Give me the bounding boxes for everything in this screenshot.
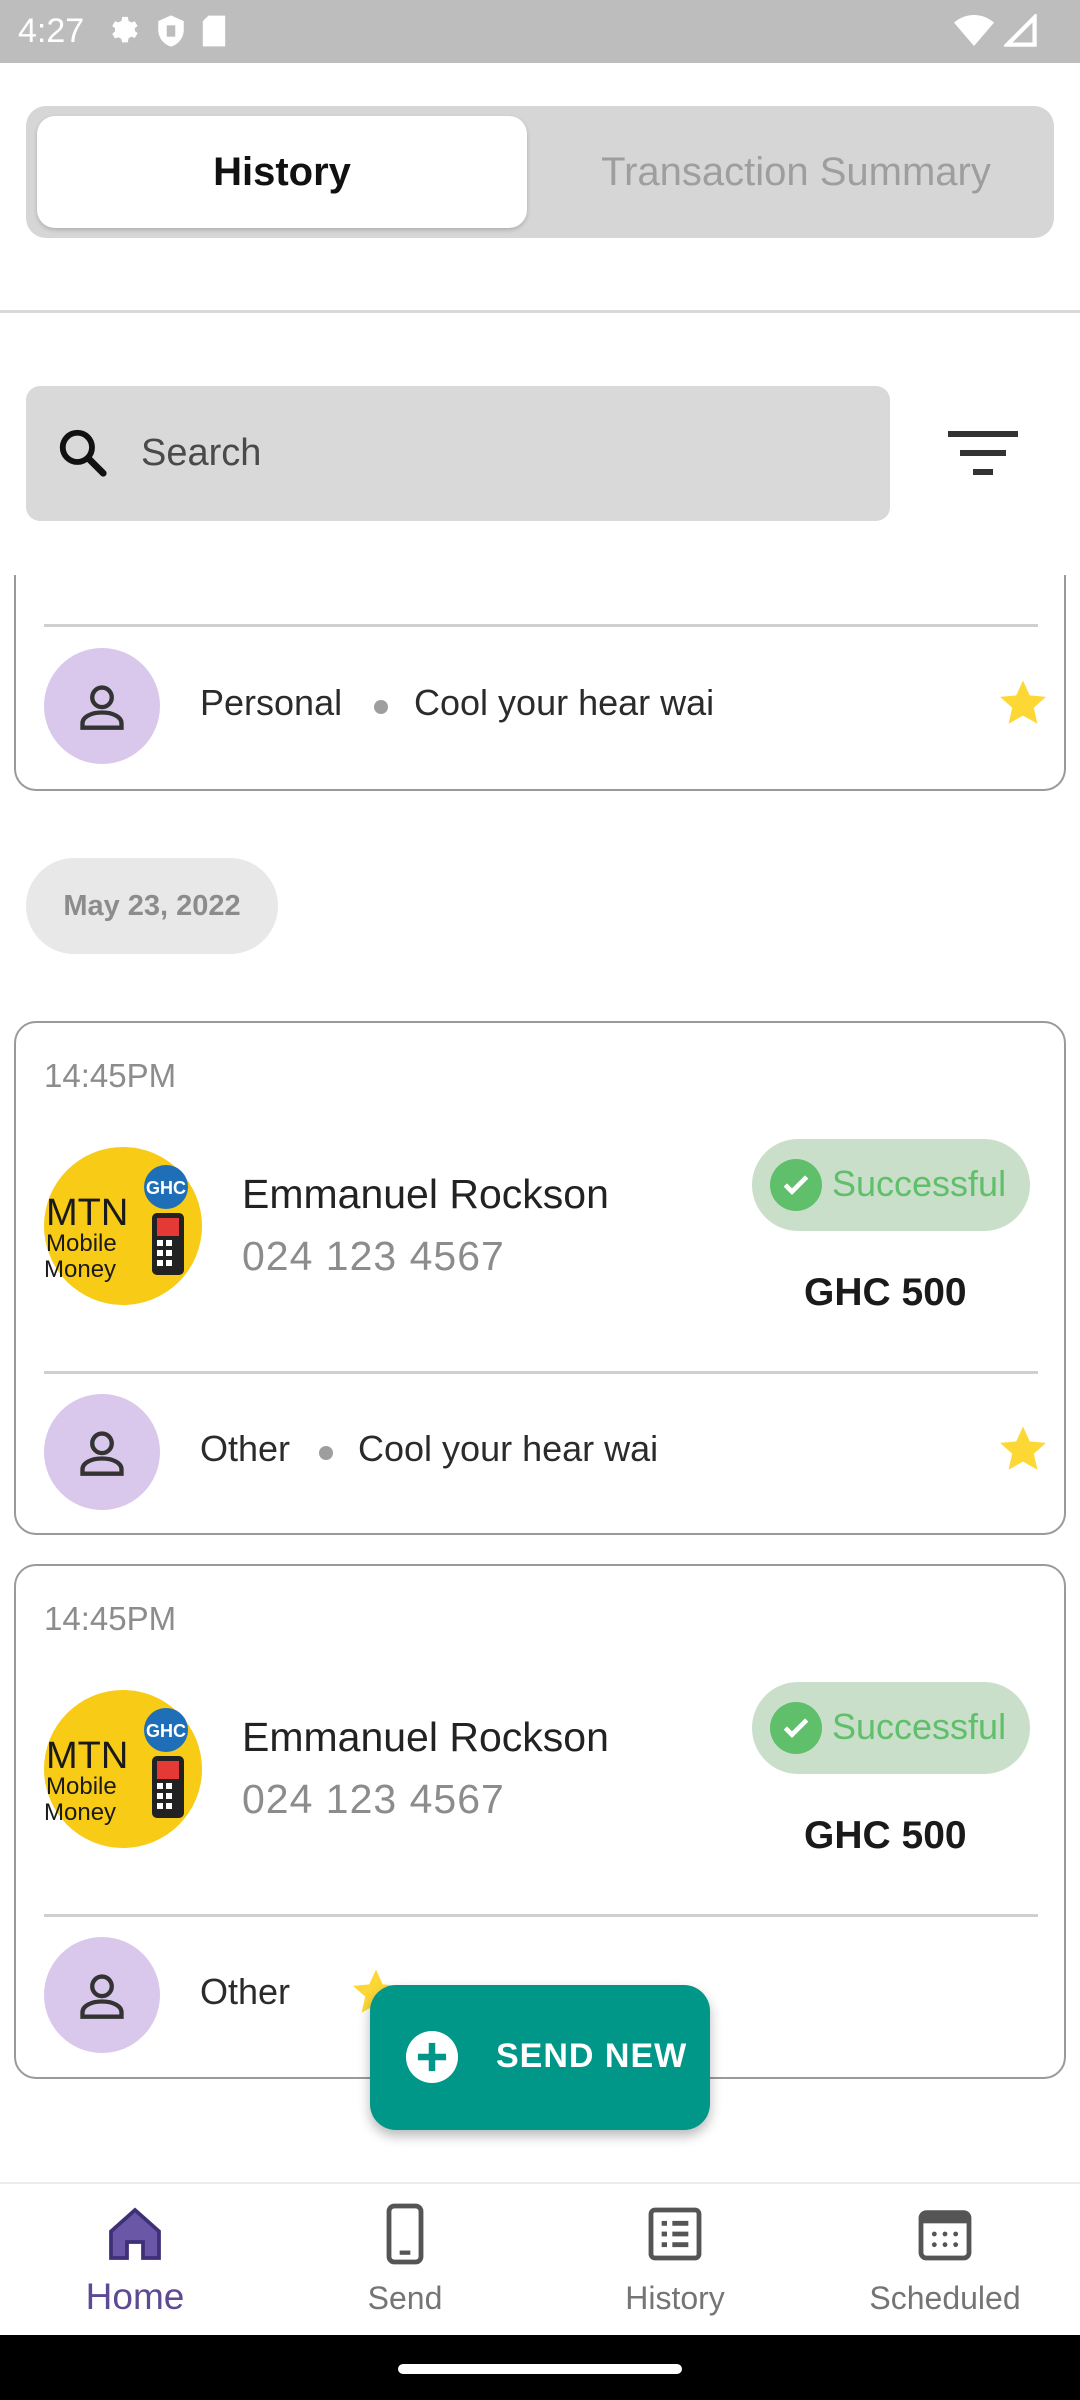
person-icon (80, 1431, 124, 1476)
person-icon (80, 1974, 124, 2019)
logo-badge-text: GHC (146, 1178, 186, 1198)
logo-line-2: Mobile (46, 1230, 117, 1257)
card-divider (44, 624, 1038, 627)
nav-send[interactable]: Send (305, 2202, 505, 2332)
nav-history[interactable]: History (575, 2202, 775, 2332)
send-new-button[interactable]: SEND NEW (370, 1985, 710, 2130)
status-text: Successful (832, 1163, 1007, 1204)
star-icon[interactable] (996, 1422, 1050, 1476)
phone-icon (386, 2203, 424, 2265)
check-circle-icon (770, 1702, 822, 1754)
search-icon (59, 429, 107, 477)
status-icons-left (108, 14, 228, 48)
home-gesture-handle[interactable] (398, 2364, 682, 2374)
avatar (44, 1394, 160, 1510)
recipient-phone: 024 123 4567 (242, 1776, 505, 1822)
logo-line-2: Mobile (46, 1773, 117, 1800)
home-icon (109, 2207, 161, 2260)
divider (0, 310, 1080, 313)
transaction-amount: GHC 500 (804, 1814, 967, 1857)
tab-history[interactable]: History (37, 116, 527, 228)
list-icon (648, 2207, 702, 2261)
nav-home[interactable]: Home (35, 2202, 235, 2332)
recipient-phone: 024 123 4567 (242, 1233, 505, 1279)
date-chip: May 23, 2022 (26, 858, 278, 954)
logo-line-3: Money (44, 1256, 116, 1283)
category-label: Other (200, 1971, 291, 2012)
tab-switcher: History Transaction Summary (26, 106, 1054, 238)
status-badge: Successful (752, 1682, 1030, 1774)
transaction-time: 14:45PM (44, 1057, 177, 1094)
nav-label: Send (367, 2280, 443, 2316)
avatar (44, 648, 160, 764)
shield-icon (158, 15, 184, 47)
avatar (44, 1937, 160, 2053)
note-label: Cool your hear wai (414, 682, 715, 723)
filter-icon[interactable] (946, 425, 1020, 481)
mtn-mobile-money-logo: GHC MTN Mobile Money (44, 1147, 202, 1305)
logo-line-1: MTN (46, 1192, 128, 1234)
send-new-label: SEND NEW (496, 2037, 688, 2075)
settings-icon (112, 16, 138, 43)
category-label: Other (200, 1428, 291, 1469)
transaction-time: 14:45PM (44, 1600, 177, 1637)
mtn-mobile-money-logo: GHC MTN Mobile Money (44, 1690, 202, 1848)
signal-icon (1004, 14, 1037, 47)
person-icon (80, 685, 124, 730)
logo-line-1: MTN (46, 1735, 128, 1777)
card-tag-row: Personal Cool your hear wai (44, 648, 1046, 764)
star-icon[interactable] (996, 676, 1050, 730)
status-icons-right (954, 14, 1038, 48)
card-divider (44, 1371, 1038, 1374)
logo-badge-text: GHC (146, 1721, 186, 1741)
separator-dot (374, 700, 388, 714)
status-bar: 4:27 (0, 0, 1080, 63)
card-tag-row: Other Cool your hear wai (44, 1394, 1046, 1510)
note-label: Cool your hear wai (358, 1428, 659, 1469)
tab-transaction-summary[interactable]: Transaction Summary (546, 116, 1046, 228)
separator-dot (319, 1446, 333, 1460)
nav-label: Home (85, 2276, 185, 2317)
nav-label: History (625, 2280, 725, 2316)
recipient-name: Emmanuel Rockson (242, 1171, 609, 1217)
transaction-amount: GHC 500 (804, 1271, 967, 1314)
nav-scheduled[interactable]: Scheduled (845, 2202, 1045, 2332)
status-text: Successful (832, 1706, 1007, 1747)
bottom-navigation: Home Send History Scheduled (0, 2182, 1080, 2335)
status-time: 4:27 (18, 12, 85, 50)
screen: 4:27 History Transaction Summary Search … (0, 0, 1080, 2400)
calendar-icon (918, 2210, 972, 2261)
transaction-card[interactable]: 14:45PM GHC MTN Mobile Money Emmanuel Ro… (14, 1021, 1066, 1535)
add-circle-icon (406, 2031, 458, 2083)
category-label: Personal (200, 682, 343, 723)
check-circle-icon (770, 1159, 822, 1211)
wifi-icon (954, 15, 994, 46)
search-bar[interactable] (26, 386, 890, 521)
card-divider (44, 1914, 1038, 1917)
sd-card-icon (202, 15, 226, 47)
status-badge: Successful (752, 1139, 1030, 1231)
recipient-name: Emmanuel Rockson (242, 1714, 609, 1760)
logo-line-3: Money (44, 1799, 116, 1826)
nav-label: Scheduled (869, 2280, 1021, 2316)
search-input[interactable] (141, 418, 841, 488)
transaction-card-partial[interactable]: Personal Cool your hear wai (14, 575, 1066, 791)
